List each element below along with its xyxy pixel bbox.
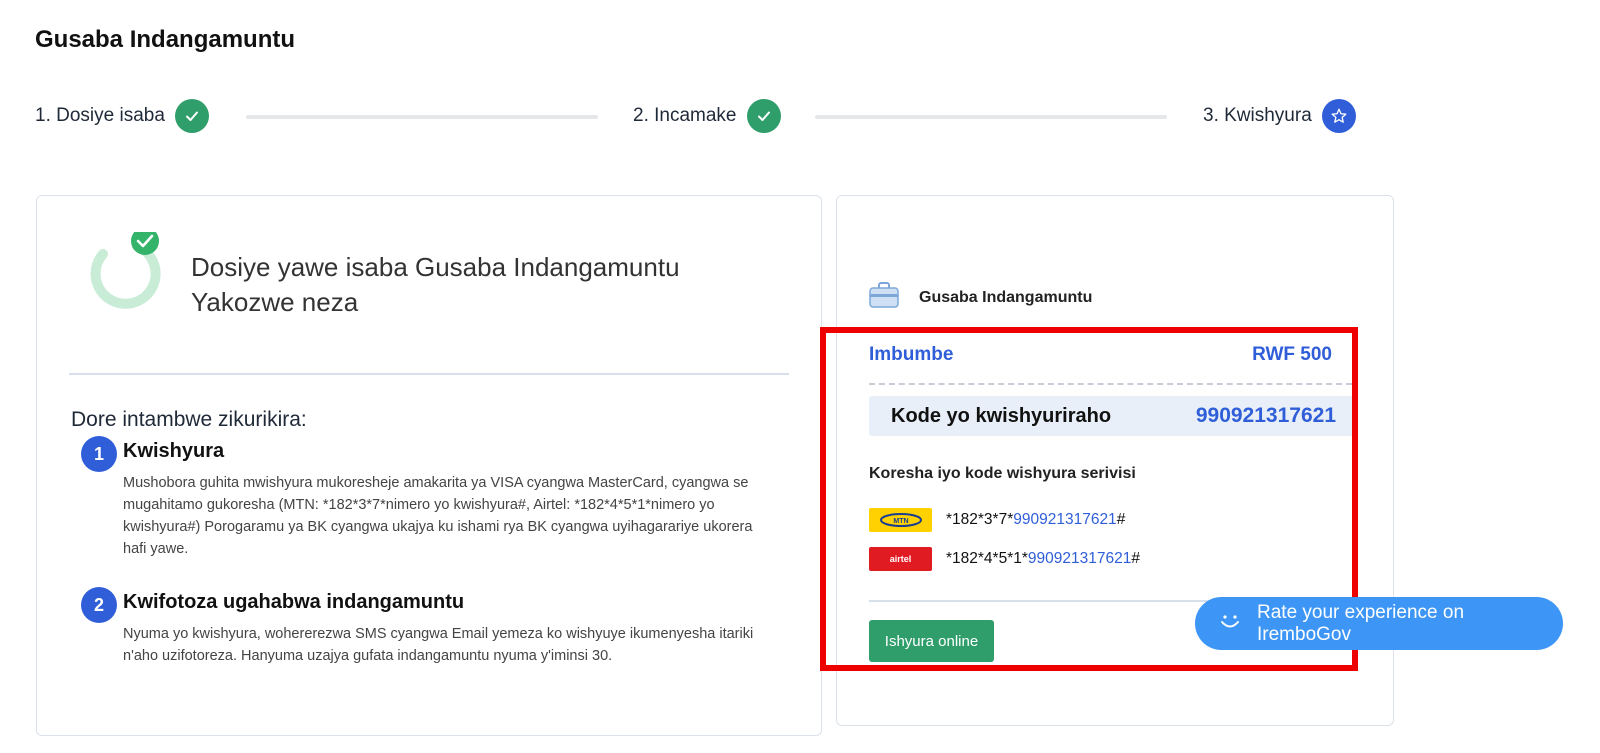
step-connector — [246, 115, 598, 119]
payment-code-label: Kode yo kwishyuriraho — [891, 404, 1112, 427]
payment-code-value: 990921317621 — [1195, 404, 1336, 427]
amount-row: Imbumbe RWF 500 — [869, 344, 1332, 366]
ussd-suffix: # — [1116, 511, 1126, 528]
star-icon — [1321, 99, 1356, 133]
next-step-description: Mushobora guhita mwishyura mukoresheje a… — [123, 475, 753, 557]
service-name: Gusaba Indangamuntu — [919, 288, 1093, 306]
step-label: 1. Dosiye isaba — [35, 105, 165, 126]
step-kwishyura: 3. Kwishyura — [1203, 99, 1356, 133]
mtn-ussd-row: MTN *182*3*7*990921317621# — [869, 508, 1125, 532]
mtn-logo-icon: MTN — [869, 508, 932, 532]
next-step-title: Kwifotoza ugahabwa indangamuntu — [123, 591, 465, 613]
airtel-ussd-row: airtel *182*4*5*1*990921317621# — [869, 547, 1140, 571]
step-dosiye-isaba: 1. Dosiye isaba — [35, 99, 209, 133]
airtel-logo-icon: airtel — [869, 547, 932, 571]
rate-experience-button[interactable]: Rate your experience on IremboGov — [1195, 597, 1563, 650]
mtn-logo-text: MTN — [893, 518, 908, 525]
check-icon — [746, 99, 781, 133]
page-title: Gusaba Indangamuntu — [35, 26, 296, 53]
success-title-line: Dosiye yawe isaba Gusaba Indangamuntu — [191, 252, 680, 282]
ussd-payment-code: 990921317621 — [1013, 511, 1117, 528]
pay-online-button[interactable]: Ishyura online — [869, 620, 994, 662]
step-label: 2. Incamake — [633, 105, 737, 126]
divider — [69, 373, 789, 375]
dashed-divider — [869, 383, 1352, 385]
application-summary-card: Dosiye yawe isaba Gusaba Indangamuntu Ya… — [36, 195, 822, 736]
service-row: Gusaba Indangamuntu — [869, 282, 1092, 313]
step-incamake: 2. Incamake — [633, 99, 781, 133]
briefcase-icon — [869, 282, 899, 313]
success-title: Dosiye yawe isaba Gusaba Indangamuntu Ya… — [191, 250, 680, 320]
ussd-code: *182*4*5*1*990921317621# — [946, 550, 1140, 568]
step-number-badge: 2 — [81, 587, 117, 623]
ussd-code: *182*3*7*990921317621# — [946, 511, 1125, 529]
success-title-line: Yakozwe neza — [191, 287, 359, 317]
next-steps-heading: Dore intambwe zikurikira: — [71, 408, 307, 431]
step-number-badge: 1 — [81, 436, 117, 472]
rate-experience-label: Rate your experience on IremboGov — [1257, 601, 1465, 645]
success-spinner-icon — [83, 227, 167, 316]
next-step-description: Nyuma yo kwishyura, wohererezwa SMS cyan… — [123, 626, 754, 664]
step-label: 3. Kwishyura — [1203, 105, 1312, 126]
smile-icon — [1217, 608, 1243, 640]
ussd-prefix: *182*3*7* — [946, 511, 1014, 528]
ussd-suffix: # — [1131, 550, 1140, 567]
next-step-title: Kwishyura — [123, 440, 225, 462]
ussd-prefix: *182*4*5*1* — [946, 550, 1028, 567]
amount-label: Imbumbe — [869, 344, 954, 365]
ussd-payment-code: 990921317621 — [1027, 550, 1132, 567]
step-connector — [815, 115, 1167, 119]
amount-value: RWF 500 — [1252, 344, 1332, 365]
check-icon — [174, 99, 209, 133]
payment-code-box: Kode yo kwishyuriraho 990921317621 — [869, 396, 1358, 436]
airtel-logo-text: airtel — [889, 554, 912, 564]
payment-instruction: Koresha iyo kode wishyura serivisi — [869, 465, 1136, 482]
